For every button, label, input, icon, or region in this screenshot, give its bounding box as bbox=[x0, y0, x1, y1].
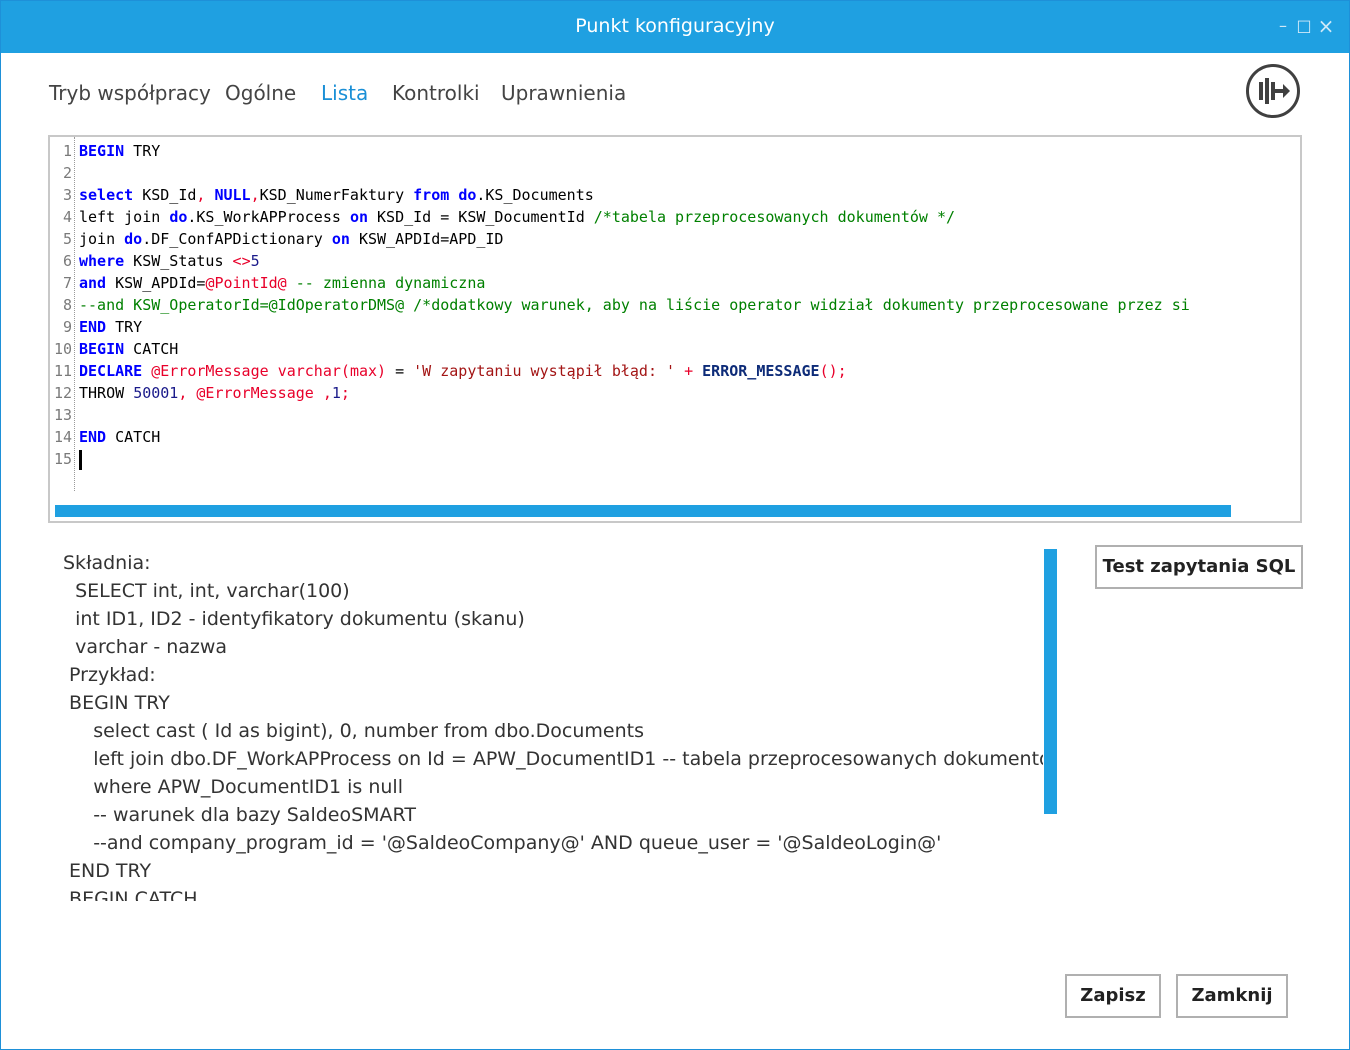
line-number-gutter: 1 2 3 4 5 6 7 8 9 10 11 12 13 14 15 bbox=[50, 140, 74, 470]
line-number: 6 bbox=[62, 252, 72, 270]
export-button[interactable] bbox=[1246, 64, 1300, 118]
tab-kontrolki[interactable]: Kontrolki bbox=[392, 81, 480, 105]
text-caret bbox=[79, 449, 82, 470]
help-line: -- warunek dla bazy SaldeoSMART bbox=[63, 804, 416, 826]
help-line: int ID1, ID2 - identyfikatory dokumentu … bbox=[63, 608, 525, 630]
help-line: END TRY bbox=[63, 860, 152, 882]
tab-ogolne[interactable]: Ogólne bbox=[225, 81, 296, 105]
help-line: left join dbo.DF_WorkAPProcess on Id = A… bbox=[63, 748, 1043, 770]
line-number: 4 bbox=[62, 208, 72, 226]
line-number: 5 bbox=[62, 230, 72, 248]
code-line: --and KSW_OperatorId=@IdOperatorDMS@ /*d… bbox=[79, 296, 1190, 314]
line-number: 3 bbox=[62, 186, 72, 204]
help-line: where APW_DocumentID1 is null bbox=[63, 776, 403, 798]
tab-tryb-wspolpracy[interactable]: Tryb współpracy bbox=[49, 81, 211, 105]
code-line: DECLARE @ErrorMessage varchar(max) = 'W … bbox=[79, 362, 847, 380]
code-line: where KSW_Status <>5 bbox=[79, 252, 260, 270]
line-number: 11 bbox=[53, 362, 72, 380]
vertical-scrollbar[interactable] bbox=[1044, 549, 1057, 814]
line-number: 14 bbox=[53, 428, 72, 446]
tab-lista[interactable]: Lista bbox=[321, 81, 368, 105]
close-icon[interactable]: × bbox=[1315, 15, 1337, 37]
tab-uprawnienia[interactable]: Uprawnienia bbox=[501, 81, 626, 105]
minimize-icon[interactable]: – bbox=[1272, 15, 1294, 37]
gutter-divider bbox=[74, 137, 75, 491]
help-line: select cast ( Id as bigint), 0, number f… bbox=[63, 720, 644, 742]
code-line: select KSD_Id, NULL,KSD_NumerFaktury fro… bbox=[79, 186, 594, 204]
code-area[interactable]: BEGIN TRY select KSD_Id, NULL,KSD_NumerFa… bbox=[79, 140, 1300, 470]
code-line: END TRY bbox=[79, 318, 143, 336]
help-line: varchar - nazwa bbox=[63, 636, 228, 658]
help-line: BEGIN CATCH bbox=[63, 888, 198, 901]
code-line: BEGIN CATCH bbox=[79, 340, 179, 358]
line-number: 13 bbox=[53, 406, 72, 424]
line-number: 1 bbox=[62, 142, 72, 160]
code-line: join do.DF_ConfAPDictionary on KSW_APDId… bbox=[79, 230, 504, 248]
horizontal-scrollbar[interactable] bbox=[55, 505, 1231, 517]
line-number: 8 bbox=[62, 296, 72, 314]
help-line: SELECT int, int, varchar(100) bbox=[63, 580, 350, 602]
code-line: BEGIN TRY bbox=[79, 142, 161, 160]
maximize-icon[interactable]: □ bbox=[1293, 15, 1315, 37]
code-line bbox=[79, 448, 1300, 470]
test-sql-button[interactable]: Test zapytania SQL bbox=[1095, 545, 1303, 589]
line-number: 15 bbox=[53, 450, 72, 468]
line-number: 10 bbox=[53, 340, 72, 358]
code-line: and KSW_APDId=@PointId@ -- zmienna dynam… bbox=[79, 274, 486, 292]
window-title: Punkt konfiguracyjny bbox=[575, 15, 775, 37]
line-number: 9 bbox=[62, 318, 72, 336]
title-bar[interactable]: Punkt konfiguracyjny – □ × bbox=[1, 1, 1349, 53]
code-line: END CATCH bbox=[79, 428, 161, 446]
help-line: --and company_program_id = '@SaldeoCompa… bbox=[63, 832, 942, 854]
line-number: 12 bbox=[53, 384, 72, 402]
dialog-window: Punkt konfiguracyjny – □ × Tryb współpra… bbox=[0, 0, 1350, 1050]
code-line: THROW 50001, @ErrorMessage ,1; bbox=[79, 384, 350, 402]
export-arrow-icon bbox=[1259, 78, 1290, 104]
line-number: 2 bbox=[62, 164, 72, 182]
save-button[interactable]: Zapisz bbox=[1065, 974, 1161, 1018]
line-number: 7 bbox=[62, 274, 72, 292]
code-line: left join do.KS_WorkAPProcess on KSD_Id … bbox=[79, 208, 956, 226]
help-line: Przykład: bbox=[63, 664, 156, 686]
help-line: Składnia: bbox=[63, 552, 151, 574]
help-line: BEGIN TRY bbox=[63, 692, 170, 714]
syntax-help-text: Składnia: SELECT int, int, varchar(100) … bbox=[63, 549, 1043, 901]
sql-editor[interactable]: 1 2 3 4 5 6 7 8 9 10 11 12 13 14 15 BEGIN TRY select KS… bbox=[48, 135, 1302, 523]
close-button[interactable]: Zamknij bbox=[1176, 974, 1288, 1018]
